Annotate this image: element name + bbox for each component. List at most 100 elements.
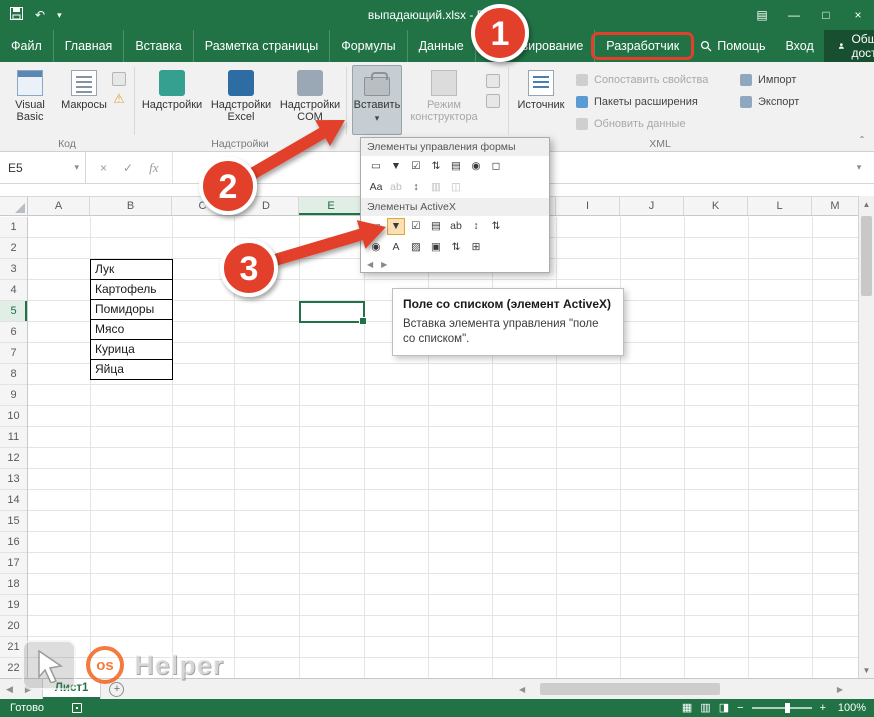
tab-insert[interactable]: Вставка bbox=[123, 30, 192, 62]
formula-bar-expand-icon[interactable]: ▾ bbox=[844, 152, 874, 183]
ax-scrollbar-icon[interactable]: ↕ bbox=[467, 218, 485, 235]
row-header[interactable]: 20 bbox=[0, 616, 27, 637]
enter-icon[interactable]: ✓ bbox=[123, 161, 133, 175]
ax-spin2-icon[interactable]: ⇅ bbox=[447, 239, 465, 256]
column-header[interactable]: E bbox=[299, 197, 364, 215]
ax-textbox-icon[interactable]: ab bbox=[447, 218, 465, 235]
insert-function-icon[interactable]: fx bbox=[149, 160, 158, 176]
ax-combobox-icon[interactable]: ▼ bbox=[387, 218, 405, 235]
row-header[interactable]: 5 bbox=[0, 301, 27, 322]
form-checkbox-icon[interactable]: ☑ bbox=[407, 158, 425, 175]
import-button[interactable]: Импорт bbox=[740, 70, 796, 90]
zoom-out-icon[interactable]: − bbox=[737, 702, 743, 714]
form-combo-icon[interactable]: ▼ bbox=[387, 158, 405, 175]
ax-listbox-icon[interactable]: ▤ bbox=[427, 218, 445, 235]
vertical-scrollbar[interactable]: ▲ ▼ bbox=[858, 196, 874, 678]
record-macro-icon[interactable] bbox=[112, 72, 126, 86]
form-label-icon[interactable]: Aa bbox=[367, 179, 385, 196]
scroll-up-icon[interactable]: ▲ bbox=[859, 196, 874, 212]
addins-button[interactable]: Надстройки bbox=[140, 65, 204, 135]
ax-more-controls-icon[interactable]: ⊞ bbox=[467, 239, 485, 256]
row-header[interactable]: 2 bbox=[0, 238, 27, 259]
horizontal-scrollbar[interactable]: ◀ ▶ bbox=[516, 682, 846, 696]
view-code-icon[interactable] bbox=[486, 94, 500, 108]
macro-record-status-icon[interactable] bbox=[71, 703, 82, 713]
zoom-level[interactable]: 100% bbox=[834, 702, 866, 714]
ax-option-icon[interactable]: ◉ bbox=[367, 239, 385, 256]
vertical-scrollbar-thumb[interactable] bbox=[861, 216, 872, 296]
row-header[interactable]: 19 bbox=[0, 595, 27, 616]
row-header[interactable]: 7 bbox=[0, 343, 27, 364]
macros-button[interactable]: Макросы bbox=[58, 65, 110, 135]
zoom-slider[interactable] bbox=[751, 703, 812, 713]
design-mode-button[interactable]: Режим конструктора bbox=[408, 65, 480, 135]
view-page-layout-icon[interactable]: ▥ bbox=[700, 702, 710, 714]
map-properties-button[interactable]: Сопоставить свойства bbox=[576, 70, 708, 90]
grid-cell-product[interactable]: Лук bbox=[90, 259, 173, 280]
tab-formulas[interactable]: Формулы bbox=[329, 30, 406, 62]
collapse-ribbon-icon[interactable]: ˆ bbox=[860, 134, 864, 148]
export-button[interactable]: Экспорт bbox=[740, 92, 799, 112]
tab-review[interactable]: Рецензирование bbox=[474, 30, 595, 62]
macro-security-icon[interactable]: ⚠ bbox=[113, 92, 125, 106]
tab-home[interactable]: Главная bbox=[52, 30, 124, 62]
insert-controls-button[interactable]: Вставить ▾ bbox=[352, 65, 402, 135]
form-listbox-icon[interactable]: ▤ bbox=[447, 158, 465, 175]
view-normal-icon[interactable]: ▦ bbox=[682, 702, 692, 714]
form-spin-icon[interactable]: ⇅ bbox=[427, 158, 445, 175]
expansion-packs-button[interactable]: Пакеты расширения bbox=[576, 92, 698, 112]
visual-basic-button[interactable]: Visual Basic bbox=[4, 65, 56, 135]
column-header[interactable]: J bbox=[620, 197, 684, 215]
cancel-icon[interactable]: × bbox=[100, 161, 107, 175]
hscroll-right-icon[interactable]: ▶ bbox=[834, 685, 846, 694]
column-header[interactable]: I bbox=[556, 197, 620, 215]
zoom-slider-thumb[interactable] bbox=[784, 703, 790, 713]
refresh-data-button[interactable]: Обновить данные bbox=[576, 114, 686, 134]
grid-cell-product[interactable]: Картофель bbox=[90, 279, 173, 300]
select-all-corner[interactable] bbox=[0, 197, 28, 215]
ax-checkbox-icon[interactable]: ☑ bbox=[407, 218, 425, 235]
row-header[interactable]: 3 bbox=[0, 259, 27, 280]
row-header[interactable]: 4 bbox=[0, 280, 27, 301]
zoom-in-icon[interactable]: + bbox=[820, 702, 826, 714]
horizontal-scrollbar-thumb[interactable] bbox=[540, 683, 721, 695]
row-header[interactable]: 16 bbox=[0, 532, 27, 553]
row-header[interactable]: 17 bbox=[0, 553, 27, 574]
row-header[interactable]: 12 bbox=[0, 448, 27, 469]
column-header[interactable]: M bbox=[812, 197, 858, 215]
row-header[interactable]: 13 bbox=[0, 469, 27, 490]
name-box[interactable]: E5 ▾ bbox=[0, 152, 86, 183]
row-header[interactable]: 11 bbox=[0, 427, 27, 448]
ax-toggle-icon[interactable]: ▣ bbox=[427, 239, 445, 256]
ax-commandbutton-icon[interactable]: ▭ bbox=[367, 218, 385, 235]
form-groupbox-icon[interactable]: ◻ bbox=[487, 158, 505, 175]
column-header[interactable]: L bbox=[748, 197, 812, 215]
grid-cell-product[interactable]: Мясо bbox=[90, 319, 173, 340]
form-button-icon[interactable]: ▭ bbox=[367, 158, 385, 175]
column-header[interactable]: K bbox=[684, 197, 748, 215]
grid-cell-product[interactable]: Помидоры bbox=[90, 299, 173, 320]
grid-cell-product[interactable]: Яйца bbox=[90, 359, 173, 380]
tab-file[interactable]: Файл bbox=[0, 30, 53, 62]
hscroll-left-icon[interactable]: ◀ bbox=[516, 685, 528, 694]
close-button[interactable]: × bbox=[842, 0, 874, 30]
ax-spin-icon[interactable]: ⇅ bbox=[487, 218, 505, 235]
form-option-icon[interactable]: ◉ bbox=[467, 158, 485, 175]
selected-cell-E5[interactable] bbox=[299, 301, 367, 325]
excel-addins-button[interactable]: Надстройки Excel bbox=[208, 65, 274, 135]
ax-image-icon[interactable]: ▨ bbox=[407, 239, 425, 256]
row-header[interactable]: 8 bbox=[0, 364, 27, 385]
column-header[interactable]: C bbox=[172, 197, 234, 215]
grid-cell-product[interactable]: Курица bbox=[90, 339, 173, 360]
row-header[interactable]: 15 bbox=[0, 511, 27, 532]
ax-label-icon[interactable]: A bbox=[387, 239, 405, 256]
sign-in-button[interactable]: Вход bbox=[775, 30, 823, 62]
share-button[interactable]: Общий доступ bbox=[823, 30, 874, 62]
sheet-prev-icon[interactable]: ◀ bbox=[0, 684, 19, 695]
maximize-button[interactable]: □ bbox=[810, 0, 842, 30]
row-header[interactable]: 10 bbox=[0, 406, 27, 427]
scroll-down-icon[interactable]: ▼ bbox=[859, 662, 874, 678]
dropdown-scroll-left-icon[interactable]: ◀ bbox=[367, 260, 373, 269]
minimize-button[interactable]: — bbox=[778, 0, 810, 30]
tab-data[interactable]: Данные bbox=[406, 30, 475, 62]
